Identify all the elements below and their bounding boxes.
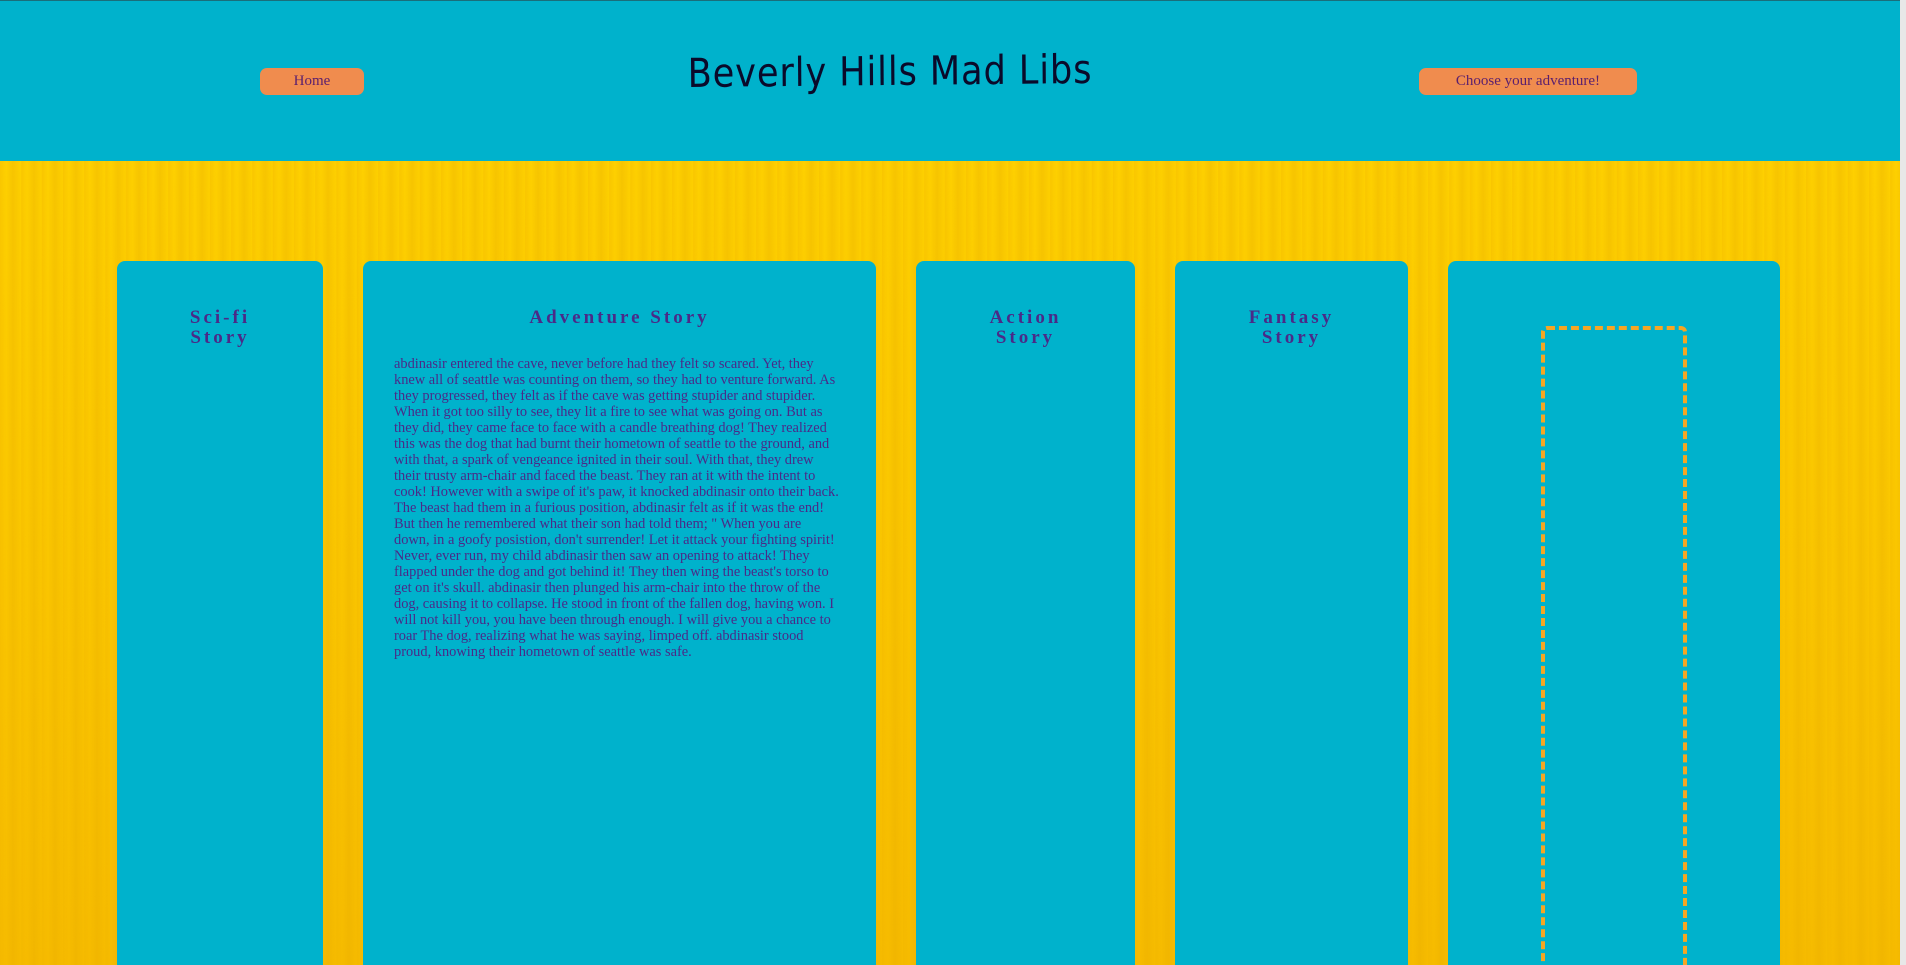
adventure-story-title: Adventure Story — [529, 307, 710, 328]
site-title: Beverly Hills Mad Libs — [687, 46, 1093, 98]
adventure-story-text: abdinasir entered the cave, never before… — [394, 356, 839, 660]
site-header: Home Beverly Hills Mad Libs Choose your … — [0, 0, 1906, 161]
fantasy-story-title: Fantasy Story — [1248, 307, 1335, 348]
fantasy-story-card[interactable]: Fantasy Story — [1175, 261, 1408, 965]
drop-zone[interactable] — [1541, 326, 1687, 965]
scifi-story-card[interactable]: Sci-fi Story — [117, 261, 323, 965]
home-button[interactable]: Home — [260, 68, 364, 95]
choose-adventure-button[interactable]: Choose your adventure! — [1419, 68, 1637, 95]
action-story-card[interactable]: Action Story — [916, 261, 1135, 965]
scifi-story-title: Sci-fi Story — [189, 307, 251, 348]
action-story-title: Action Story — [989, 307, 1062, 348]
adventure-story-card[interactable]: Adventure Story abdinasir entered the ca… — [363, 261, 876, 965]
page-scrollbar[interactable] — [1900, 0, 1906, 965]
drop-panel — [1448, 261, 1780, 965]
